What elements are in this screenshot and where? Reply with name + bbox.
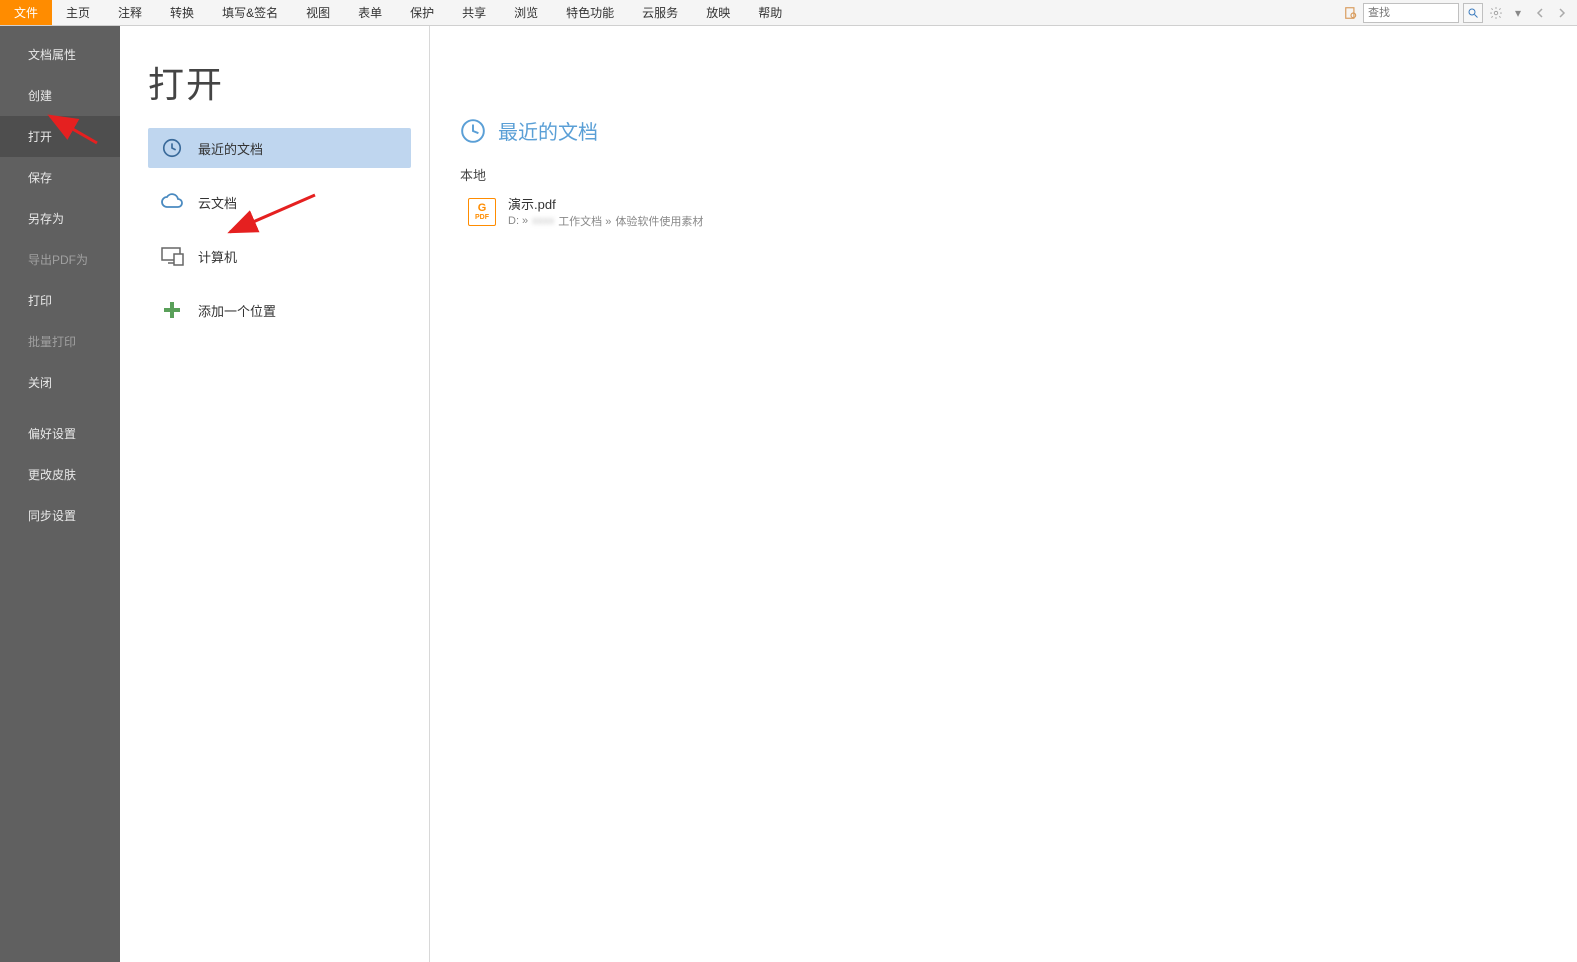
menu-feature[interactable]: 特色功能 (552, 0, 628, 25)
recent-doc-item[interactable]: GPDF 演示.pdf D: » xxxx 工作文档 » 体验软件使用素材 (460, 190, 711, 233)
clock-icon (460, 118, 486, 144)
source-computer[interactable]: 计算机 (148, 236, 411, 276)
menu-help[interactable]: 帮助 (744, 0, 796, 25)
menu-view[interactable]: 视图 (292, 0, 344, 25)
sidebar-item-open[interactable]: 打开 (0, 116, 120, 157)
page-title: 打开 (148, 56, 411, 108)
section-title: 最近的文档 (498, 116, 598, 145)
source-add-place[interactable]: 添加一个位置 (148, 290, 411, 330)
chevron-down-small-icon[interactable]: ▾ (1509, 2, 1527, 24)
clock-icon (158, 137, 186, 159)
menu-cloud[interactable]: 云服务 (628, 0, 692, 25)
section-header: 最近的文档 (460, 116, 1577, 145)
sidebar-item-exportpdf[interactable]: 导出PDF为 (0, 239, 120, 280)
source-recent[interactable]: 最近的文档 (148, 128, 411, 168)
sidebar-item-preferences[interactable]: 偏好设置 (0, 413, 120, 454)
source-cloud[interactable]: 云文档 (148, 182, 411, 222)
source-label: 添加一个位置 (198, 301, 276, 320)
cloud-icon (158, 193, 186, 211)
menu-annotate[interactable]: 注释 (104, 0, 156, 25)
menu-fillsign[interactable]: 填写&签名 (208, 0, 292, 25)
local-label: 本地 (460, 165, 1577, 184)
sidebar-item-print[interactable]: 打印 (0, 280, 120, 321)
menu-form[interactable]: 表单 (344, 0, 396, 25)
menu-convert[interactable]: 转换 (156, 0, 208, 25)
source-label: 云文档 (198, 193, 237, 212)
source-label: 计算机 (198, 247, 237, 266)
nav-next-icon[interactable] (1553, 2, 1571, 24)
menu-home[interactable]: 主页 (52, 0, 104, 25)
nav-prev-icon[interactable] (1531, 2, 1549, 24)
search-button[interactable] (1463, 3, 1483, 23)
doc-name: 演示.pdf (508, 194, 703, 213)
file-sidebar: 文档属性 创建 打开 保存 另存为 导出PDF为 打印 批量打印 关闭 偏好设置… (0, 26, 120, 962)
sidebar-item-create[interactable]: 创建 (0, 75, 120, 116)
sidebar-item-skin[interactable]: 更改皮肤 (0, 454, 120, 495)
doc-text: 演示.pdf D: » xxxx 工作文档 » 体验软件使用素材 (508, 194, 703, 229)
menubar-right: ▾ (1343, 0, 1577, 25)
menubar: 文件 主页 注释 转换 填写&签名 视图 表单 保护 共享 浏览 特色功能 云服… (0, 0, 1577, 26)
sidebar-item-batchprint[interactable]: 批量打印 (0, 321, 120, 362)
doc-path: D: » xxxx 工作文档 » 体验软件使用素材 (508, 213, 703, 229)
main-content: 最近的文档 本地 GPDF 演示.pdf D: » xxxx 工作文档 » 体验… (430, 26, 1577, 962)
plus-icon (158, 300, 186, 320)
settings-gear-icon[interactable] (1487, 2, 1505, 24)
computer-icon (158, 246, 186, 266)
open-sources-column: 打开 最近的文档 云文档 计算机 添加一个位置 (120, 26, 430, 962)
menu-protect[interactable]: 保护 (396, 0, 448, 25)
sidebar-item-saveas[interactable]: 另存为 (0, 198, 120, 239)
find-page-icon[interactable] (1343, 5, 1359, 21)
sidebar-item-save[interactable]: 保存 (0, 157, 120, 198)
menu-share[interactable]: 共享 (448, 0, 500, 25)
menu-file[interactable]: 文件 (0, 0, 52, 25)
menu-slideshow[interactable]: 放映 (692, 0, 744, 25)
sidebar-item-sync[interactable]: 同步设置 (0, 495, 120, 536)
source-label: 最近的文档 (198, 139, 263, 158)
menu-browse[interactable]: 浏览 (500, 0, 552, 25)
search-input[interactable] (1363, 3, 1459, 23)
sidebar-item-properties[interactable]: 文档属性 (0, 34, 120, 75)
pdf-file-icon: GPDF (468, 198, 496, 226)
sidebar-item-close[interactable]: 关闭 (0, 362, 120, 403)
